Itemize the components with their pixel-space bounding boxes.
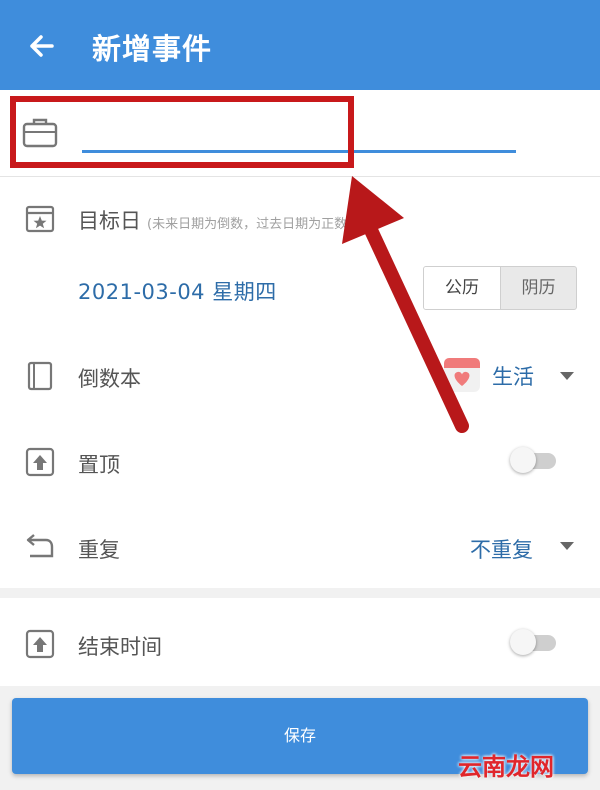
end-time-switch[interactable]: [510, 629, 556, 655]
repeat-value[interactable]: 不重复: [470, 534, 533, 564]
switch-knob: [510, 629, 536, 655]
chevron-down-icon[interactable]: [560, 372, 574, 380]
app-bar: 新增事件: [0, 0, 600, 90]
end-time-label: 结束时间: [78, 635, 162, 659]
book-icon: [27, 361, 53, 391]
countdown-book-value[interactable]: 生活: [492, 361, 534, 391]
repeat-label: 重复: [78, 538, 120, 562]
pin-top-icon: [25, 447, 55, 477]
back-button[interactable]: [22, 26, 62, 66]
target-date-value[interactable]: 2021-03-04 星期四: [78, 276, 277, 306]
pin-top-switch[interactable]: [510, 447, 556, 473]
page-title: 新增事件: [92, 32, 213, 66]
arrow-left-icon: [30, 35, 54, 57]
repeat-icon: [26, 534, 54, 558]
end-time-icon: [25, 629, 55, 659]
watermark-text: 云南龙网: [458, 753, 554, 781]
switch-knob: [510, 447, 536, 473]
annotation-arrow-icon: [342, 176, 469, 433]
target-date-hint: (未来日期为倒数，过去日期为正数): [147, 217, 353, 232]
target-date-label-text: 目标日: [78, 209, 141, 233]
end-time-card: 结束时间: [0, 598, 600, 686]
countdown-book-label: 倒数本: [78, 367, 141, 391]
pin-top-label: 置顶: [78, 453, 120, 477]
calendar-star-icon: [25, 205, 55, 233]
chevron-down-icon[interactable]: [560, 542, 574, 550]
target-date-label: 目标日 (未来日期为倒数，过去日期为正数): [78, 205, 352, 235]
lunar-option[interactable]: 阴历: [501, 267, 576, 309]
highlight-annotation-box: [10, 96, 354, 168]
